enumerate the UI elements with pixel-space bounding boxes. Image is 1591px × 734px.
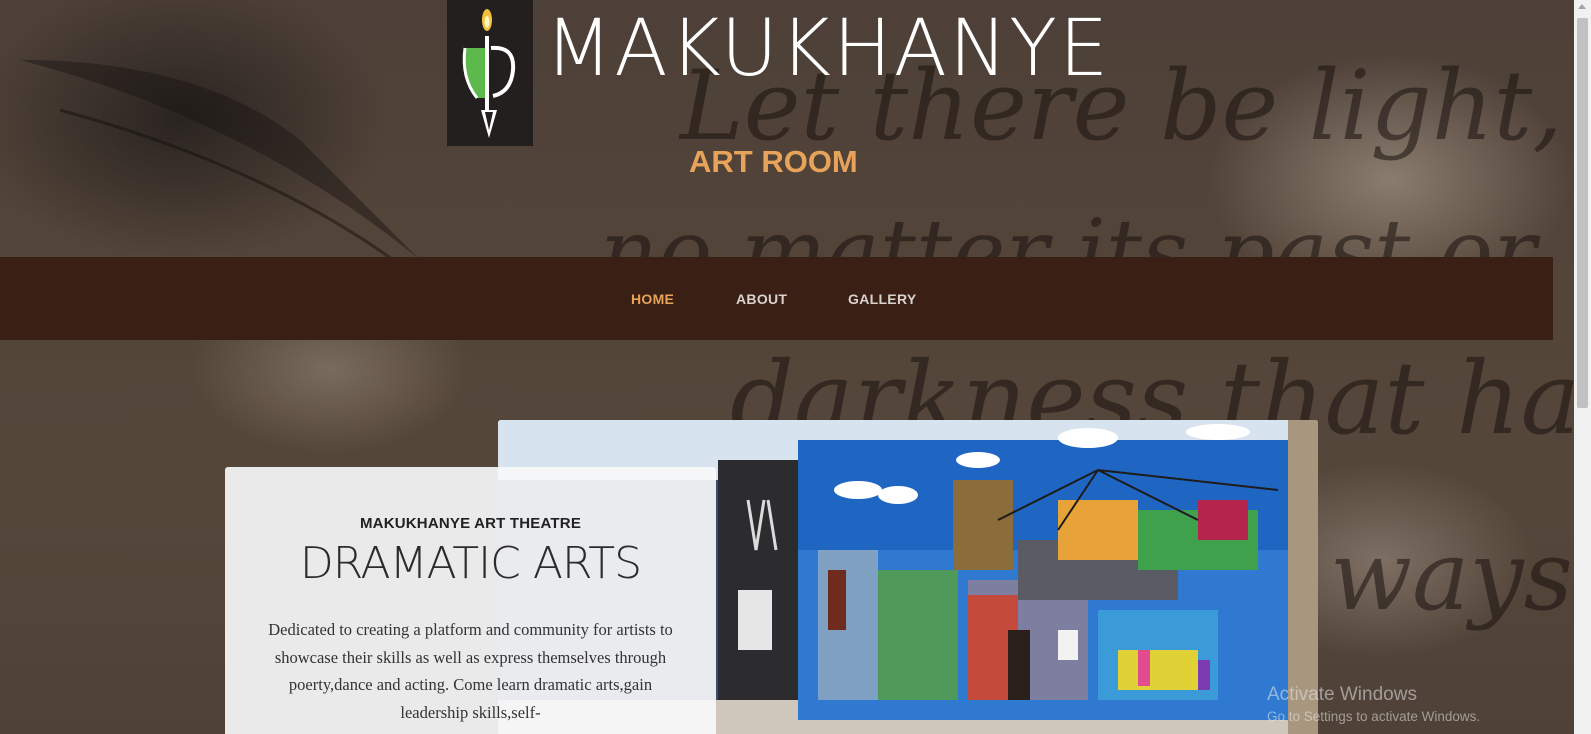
activate-windows-subtitle: Go to Settings to activate Windows. (1267, 709, 1481, 724)
hero-kicker: MAKUKHANYE ART THEATRE (359, 515, 582, 532)
hero-description: Dedicated to creating a platform and com… (268, 620, 673, 722)
nav-gallery[interactable]: GALLERY (848, 291, 916, 307)
scrollbar-thumb[interactable] (1577, 18, 1588, 408)
nav-home[interactable]: HOME (631, 291, 674, 307)
mural-lettering-4: ways (1330, 520, 1573, 632)
candle-pen-mask-icon (462, 9, 516, 138)
brand-subtitle: ART ROOM (689, 144, 858, 179)
logo[interactable] (447, 0, 533, 146)
brand-title: MAKUKHANYE (545, 4, 1111, 94)
hero-title: DRAMATIC ARTS (299, 538, 642, 589)
scroll-up-icon[interactable] (1578, 4, 1586, 9)
nav-about[interactable]: ABOUT (736, 291, 787, 307)
vertical-scrollbar[interactable] (1574, 0, 1591, 734)
activate-windows-title: Activate Windows (1267, 684, 1417, 705)
